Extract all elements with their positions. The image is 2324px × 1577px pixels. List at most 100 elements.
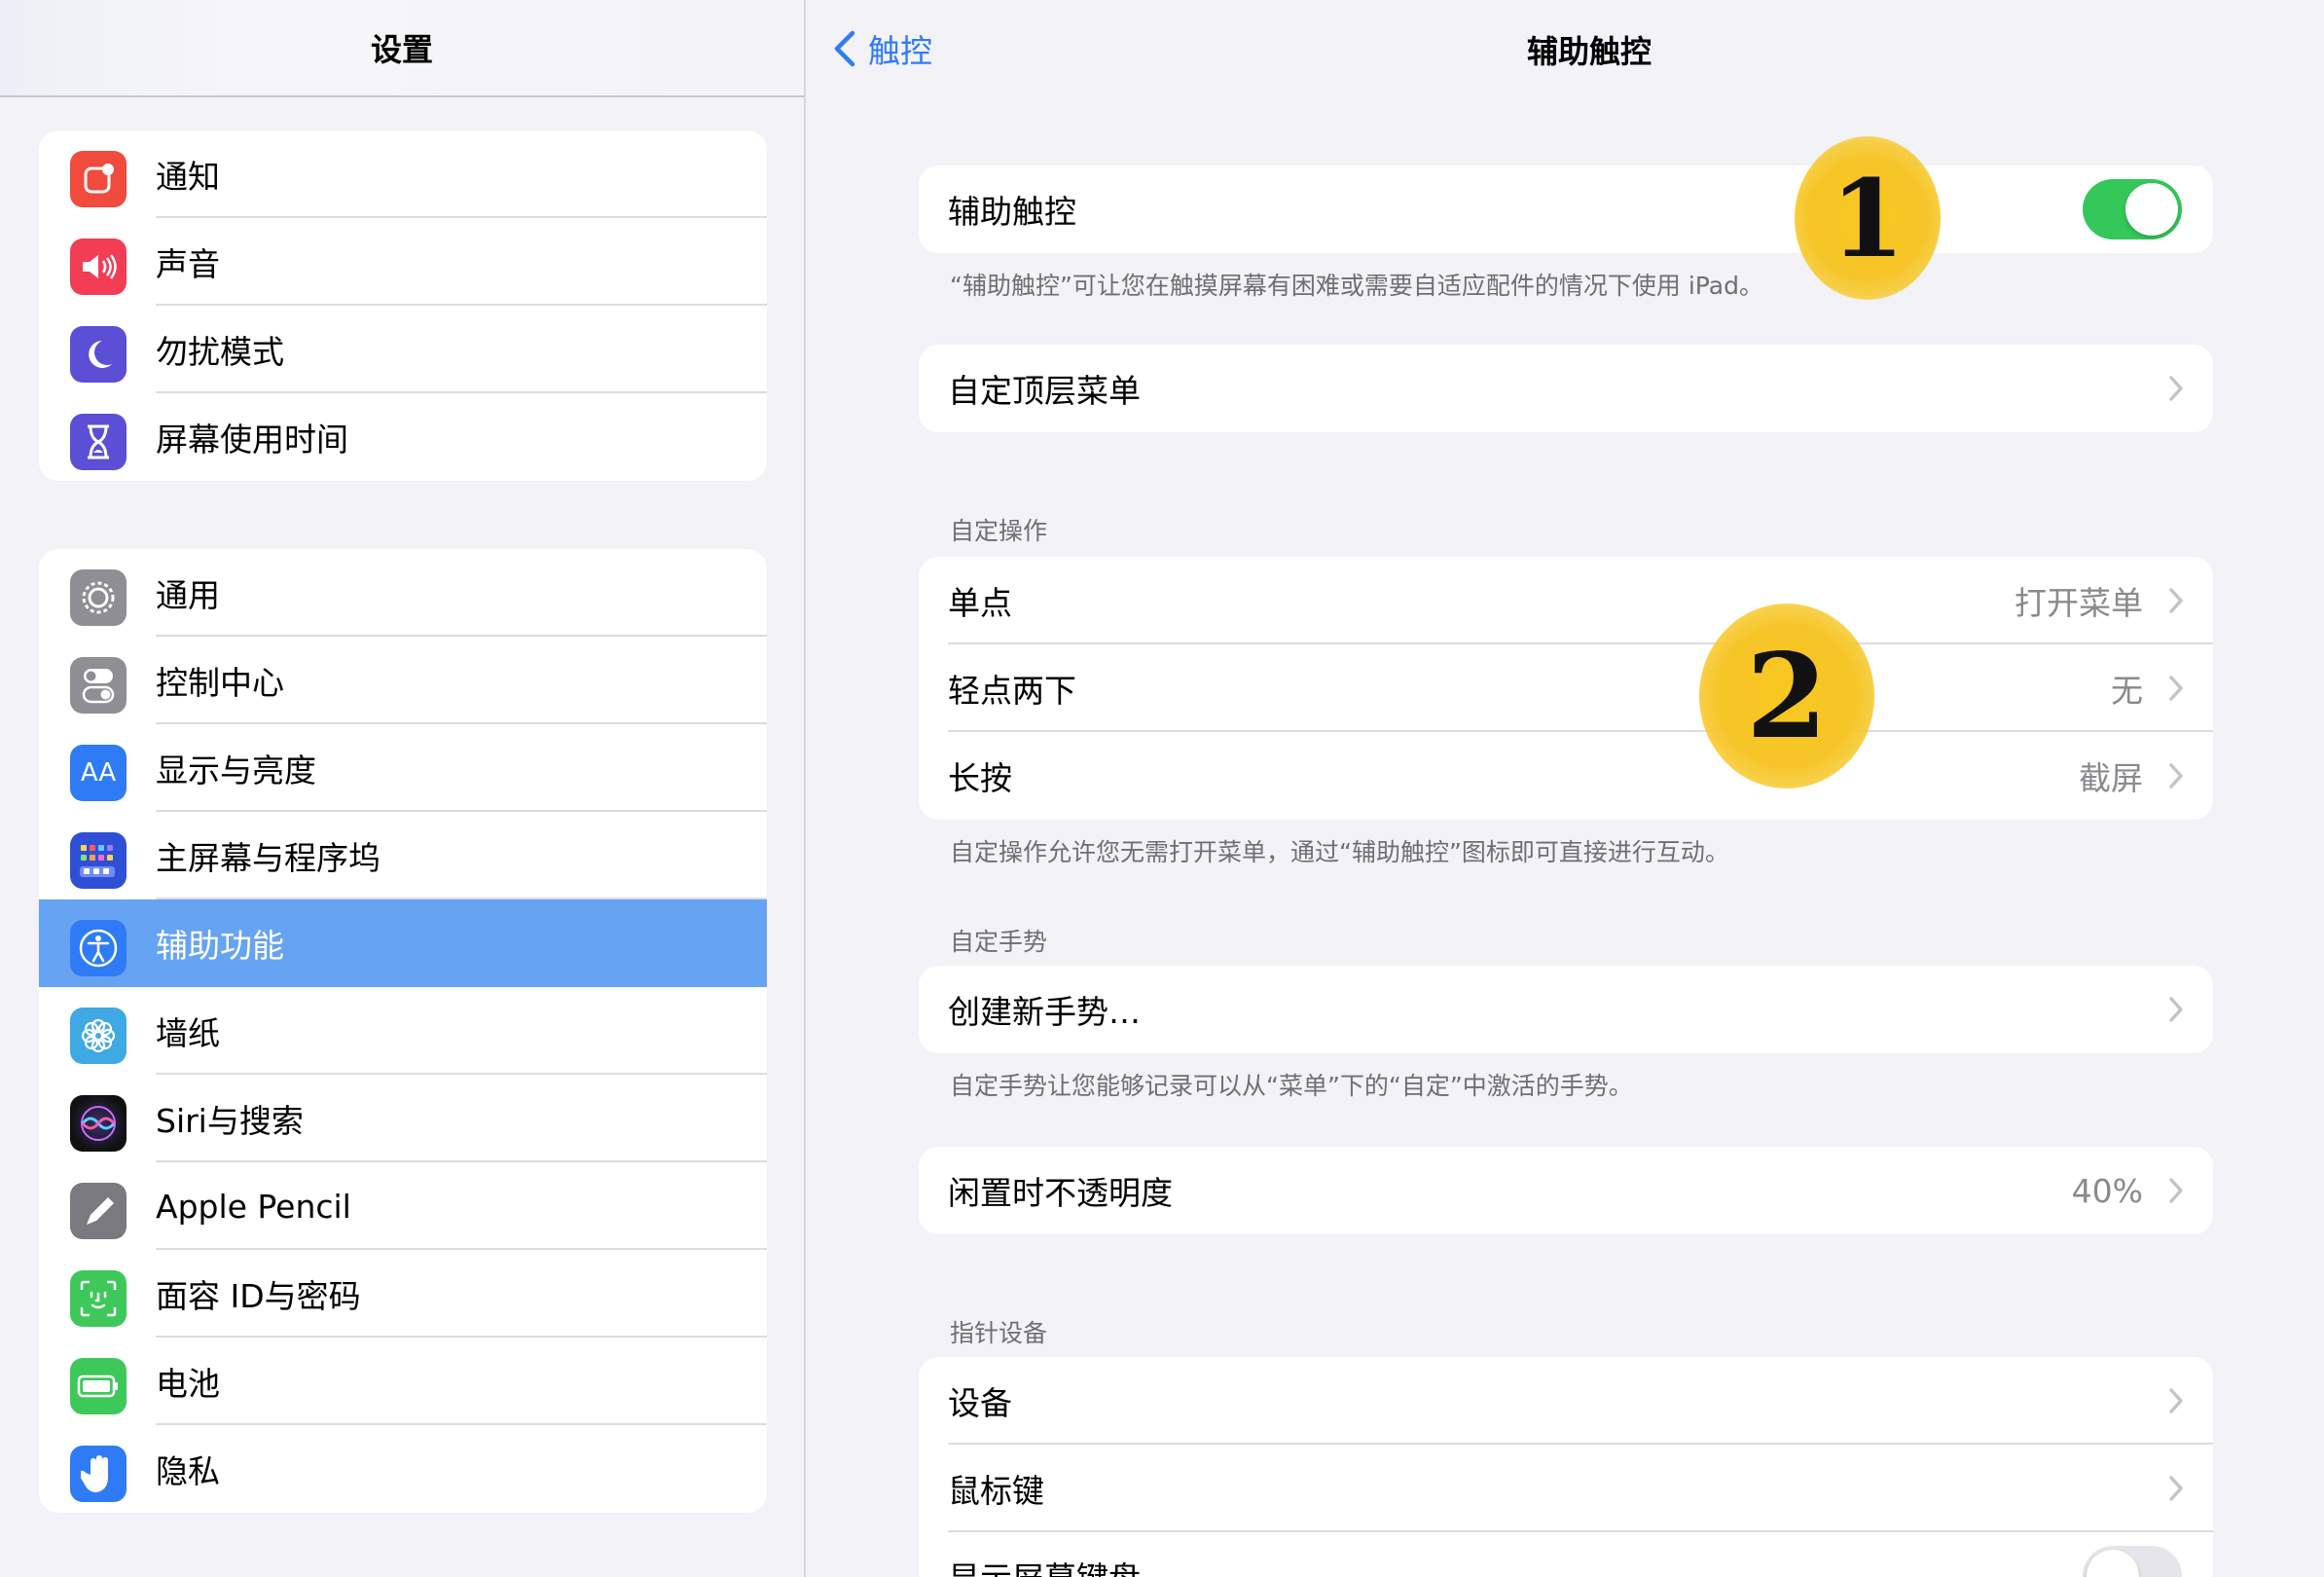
idle-opacity-value: 40%: [2071, 1171, 2143, 1210]
flower-icon: [70, 1008, 127, 1064]
top-menu-card: 自定顶层菜单: [919, 345, 2213, 432]
long-press-row[interactable]: 长按 截屏: [919, 732, 2213, 820]
assistive-touch-card: 辅助触控: [919, 165, 2213, 253]
battery-icon: [70, 1358, 127, 1414]
custom-gestures-header: 自定手势: [950, 928, 1048, 956]
sidebar-item-accessibility[interactable]: 辅助功能: [39, 899, 767, 987]
row-label: 鼠标键: [948, 1472, 1044, 1510]
sidebar-item-control-center[interactable]: 控制中心: [39, 637, 767, 724]
create-gesture-row[interactable]: 创建新手势…: [919, 966, 2213, 1053]
chevron-right-icon: [2169, 676, 2183, 701]
chevron-right-icon: [2169, 588, 2183, 613]
custom-top-menu-label: 自定顶层菜单: [948, 372, 1141, 410]
single-tap-row[interactable]: 单点 打开菜单: [919, 557, 2213, 644]
mouse-keys-row[interactable]: 鼠标键: [919, 1445, 2213, 1532]
custom-gestures-card: 创建新手势…: [919, 966, 2213, 1053]
onscreen-keyboard-row: 显示屏幕键盘: [919, 1532, 2213, 1577]
assistive-touch-toggle[interactable]: [2083, 179, 2182, 239]
toggles-icon: [70, 657, 127, 714]
sidebar-item-wallpaper[interactable]: 墙纸: [39, 987, 767, 1075]
row-label: 单点: [948, 584, 1012, 622]
sidebar-item-siri[interactable]: Siri与搜索: [39, 1075, 767, 1162]
sidebar-item-notifications[interactable]: 通知: [39, 130, 767, 218]
idle-opacity-label: 闲置时不透明度: [948, 1174, 1173, 1212]
toggle-knob: [2087, 1550, 2139, 1577]
sidebar-item-label: 通知: [156, 158, 220, 196]
chevron-right-icon: [2169, 1476, 2183, 1501]
annotation-marker-2: 2: [1699, 604, 1874, 788]
row-value: 截屏: [2079, 759, 2143, 797]
sidebar-item-label: 通用: [156, 576, 220, 614]
hand-icon: [70, 1446, 127, 1502]
assistive-touch-label: 辅助触控: [948, 193, 1076, 231]
sidebar-item-label: 勿扰模式: [156, 333, 284, 371]
row-value: 打开菜单: [2015, 584, 2143, 622]
sidebar-item-sound[interactable]: 声音: [39, 218, 767, 306]
page-title: 辅助触控: [1526, 33, 1652, 70]
moon-icon: [70, 326, 127, 383]
sidebar-group-1: 通知 声音 勿扰模式 屏幕使用时间: [39, 130, 767, 481]
sidebar-item-screen-time[interactable]: 屏幕使用时间: [39, 393, 767, 481]
custom-actions-header: 自定操作: [950, 517, 1048, 545]
chevron-right-icon: [2169, 1388, 2183, 1413]
custom-actions-card: 单点 打开菜单 轻点两下 无 长按 截屏: [919, 557, 2213, 820]
chevron-right-icon: [2169, 763, 2183, 788]
sidebar-item-apple-pencil[interactable]: Apple Pencil: [39, 1162, 767, 1250]
sidebar-item-label: 面容 ID与密码: [156, 1277, 361, 1315]
pointer-devices-card: 设备 鼠标键 显示屏幕键盘: [919, 1357, 2213, 1577]
faceid-icon: [70, 1270, 127, 1327]
display-icon: AA: [70, 745, 127, 801]
pencil-icon: [70, 1183, 127, 1239]
toggle-knob: [2125, 183, 2178, 236]
sidebar-item-general[interactable]: 通用: [39, 549, 767, 637]
sidebar-item-label: 电池: [156, 1365, 220, 1403]
double-tap-row[interactable]: 轻点两下 无: [919, 644, 2213, 732]
sidebar-item-label: 主屏幕与程序坞: [156, 839, 381, 877]
hourglass-icon: [70, 414, 127, 470]
sidebar-item-home-screen[interactable]: 主屏幕与程序坞: [39, 812, 767, 899]
row-label: 显示屏幕键盘: [948, 1553, 1141, 1577]
sidebar-item-label: 声音: [156, 245, 220, 283]
devices-row[interactable]: 设备: [919, 1357, 2213, 1445]
idle-opacity-card: 闲置时不透明度 40%: [919, 1147, 2213, 1234]
sidebar-item-label: 墙纸: [156, 1014, 220, 1052]
assistive-touch-row: 辅助触控: [919, 165, 2213, 253]
sidebar-item-label: Apple Pencil: [156, 1187, 351, 1226]
row-value: 无: [2111, 672, 2143, 710]
sound-icon: [70, 238, 127, 295]
row-label: 轻点两下: [948, 672, 1076, 710]
onscreen-keyboard-toggle[interactable]: [2083, 1546, 2182, 1577]
chevron-right-icon: [2169, 376, 2183, 401]
row-label: 长按: [948, 759, 1012, 797]
idle-opacity-row[interactable]: 闲置时不透明度 40%: [919, 1147, 2213, 1234]
custom-top-menu-row[interactable]: 自定顶层菜单: [919, 345, 2213, 432]
sidebar-item-privacy[interactable]: 隐私: [39, 1425, 767, 1513]
sidebar-item-label: 屏幕使用时间: [156, 421, 348, 458]
sidebar-item-do-not-disturb[interactable]: 勿扰模式: [39, 306, 767, 393]
sidebar-item-display[interactable]: AA 显示与亮度: [39, 724, 767, 812]
settings-sidebar: 设置 通知 声音 勿扰模式 屏幕使用时间 通用 控制中心 AA 显示与亮度 主屏…: [0, 0, 806, 1577]
custom-gestures-note: 自定手势让您能够记录可以从“菜单”下的“自定”中激活的手势。: [950, 1072, 1633, 1100]
detail-pane: 触控 辅助触控 辅助触控 “辅助触控”可让您在触摸屏幕有困难或需要自适应配件的情…: [806, 0, 2324, 1577]
annotation-marker-1: 1: [1795, 136, 1941, 300]
sidebar-item-label: Siri与搜索: [156, 1102, 304, 1140]
sidebar-item-face-id[interactable]: 面容 ID与密码: [39, 1250, 767, 1338]
create-gesture-label: 创建新手势…: [948, 993, 1141, 1031]
gear-icon: [70, 569, 127, 626]
sidebar-item-label: 显示与亮度: [156, 752, 316, 789]
sidebar-item-label: 辅助功能: [156, 927, 284, 965]
siri-icon: [70, 1095, 127, 1152]
custom-actions-note: 自定操作允许您无需打开菜单，通过“辅助触控”图标即可直接进行互动。: [950, 838, 1729, 866]
sidebar-item-label: 控制中心: [156, 664, 284, 702]
chevron-right-icon: [2169, 1178, 2183, 1203]
chevron-right-icon: [2169, 997, 2183, 1022]
assistive-touch-note: “辅助触控”可让您在触摸屏幕有困难或需要自适应配件的情况下使用 iPad。: [950, 272, 1763, 300]
sidebar-title: 设置: [370, 31, 433, 68]
sidebar-header: 设置: [0, 0, 804, 97]
accessibility-icon: [70, 920, 127, 976]
sidebar-item-label: 隐私: [156, 1452, 220, 1490]
sidebar-item-battery[interactable]: 电池: [39, 1338, 767, 1425]
notifications-icon: [70, 151, 127, 207]
pointer-devices-header: 指针设备: [950, 1319, 1048, 1347]
sidebar-group-2: 通用 控制中心 AA 显示与亮度 主屏幕与程序坞 辅助功能 墙纸 Siri与搜索…: [39, 549, 767, 1513]
